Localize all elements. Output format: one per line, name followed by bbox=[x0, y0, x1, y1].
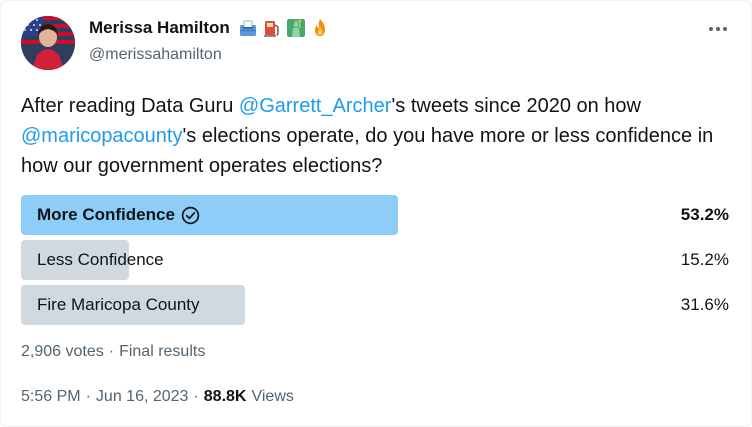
poll-option-label: Less Confidence bbox=[37, 240, 164, 280]
tweet-text: After reading Data Guru @Garrett_Archer'… bbox=[21, 91, 736, 181]
mention-link[interactable]: @Garrett_Archer bbox=[239, 95, 392, 117]
poll-option-text: More Confidence bbox=[37, 205, 175, 224]
tweet-text-segment: 's tweets since 2020 on how bbox=[391, 95, 641, 117]
tweet-date[interactable]: Jun 16, 2023 bbox=[96, 388, 189, 406]
tweet-text-segment: After reading Data Guru bbox=[21, 95, 239, 117]
poll-option: Fire Maricopa County 31.6% bbox=[21, 285, 731, 325]
poll-option-text: Fire Maricopa County bbox=[37, 295, 200, 314]
separator: · bbox=[193, 388, 199, 405]
author-name-row: Merissa Hamilton bbox=[89, 18, 330, 38]
name-emojis bbox=[238, 18, 330, 38]
tweet-card: Merissa Hamilton @merissahamilton After … bbox=[0, 0, 752, 427]
poll: More Confidence 53.2% Less Confidence 15… bbox=[21, 195, 731, 330]
fire-icon bbox=[314, 19, 325, 36]
poll-option: Less Confidence 15.2% bbox=[21, 240, 731, 280]
tweet-timestamp: 5:56 PM · Jun 16, 2023 · 88.8K Views bbox=[21, 388, 294, 406]
poll-option-label: More Confidence bbox=[37, 195, 200, 235]
statue-of-liberty-icon bbox=[286, 19, 305, 37]
avatar[interactable] bbox=[21, 16, 75, 70]
author-handle[interactable]: @merissahamilton bbox=[89, 46, 222, 64]
ballot-box-icon bbox=[239, 20, 256, 36]
more-icon bbox=[716, 27, 720, 31]
poll-option-percent: 53.2% bbox=[680, 205, 729, 224]
check-circle-icon bbox=[181, 206, 200, 224]
poll-option-label: Fire Maricopa County bbox=[37, 285, 200, 325]
views-count: 88.8K bbox=[203, 388, 247, 405]
poll-option-percent: 15.2% bbox=[680, 250, 729, 269]
tweet-time[interactable]: 5:56 PM bbox=[21, 388, 81, 406]
more-icon bbox=[709, 27, 713, 31]
poll-status: Final results bbox=[119, 343, 206, 360]
separator: · bbox=[108, 343, 115, 360]
more-options-button[interactable] bbox=[705, 19, 731, 39]
display-name[interactable]: Merissa Hamilton bbox=[89, 18, 230, 38]
mention-link[interactable]: @maricopacounty bbox=[21, 125, 182, 147]
poll-option: More Confidence 53.2% bbox=[21, 195, 731, 235]
poll-option-percent: 31.6% bbox=[680, 295, 729, 314]
fuel-pump-icon bbox=[263, 21, 279, 37]
poll-summary: 2,906 votes · Final results bbox=[21, 343, 205, 361]
views-label: Views bbox=[251, 388, 294, 405]
more-icon bbox=[723, 27, 727, 31]
poll-votes: 2,906 votes bbox=[21, 343, 104, 360]
separator: · bbox=[85, 388, 91, 405]
poll-option-text: Less Confidence bbox=[37, 250, 164, 269]
